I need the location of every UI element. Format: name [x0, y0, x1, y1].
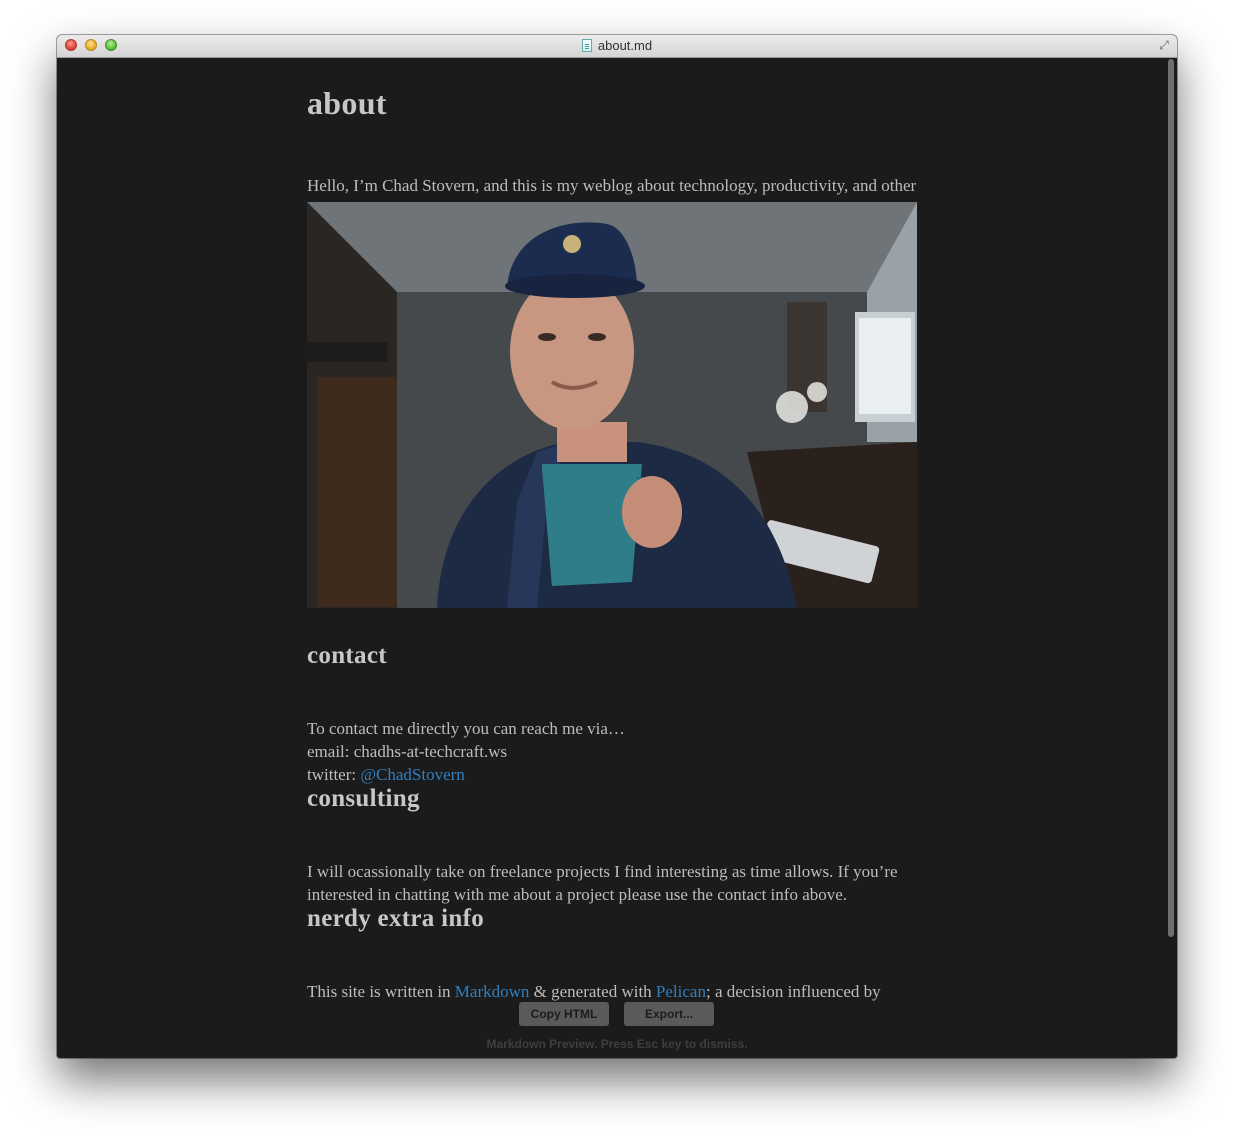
contact-twitter: twitter: @ChadStovern [307, 763, 947, 786]
about-heading: about [307, 85, 387, 121]
title-bar: about.md ⤢ [57, 35, 1177, 58]
bottom-fade [57, 935, 1177, 975]
nerdy-text-b: & generated with [529, 982, 656, 1001]
export-button[interactable]: Export... [624, 1002, 714, 1026]
twitter-link[interactable]: @ChadStovern [360, 765, 464, 784]
pelican-link[interactable]: Pelican [656, 982, 706, 1001]
copy-html-button[interactable]: Copy HTML [519, 1002, 609, 1026]
dismiss-hint: Markdown Preview. Press Esc key to dismi… [486, 1037, 748, 1051]
window-title: about.md [57, 38, 1177, 53]
document-icon [581, 39, 592, 52]
fullscreen-icon[interactable]: ⤢ [1157, 38, 1171, 52]
consulting-text: I will ocassionally take on freelance pr… [307, 862, 898, 904]
contact-intro: To contact me directly you can reach me … [307, 719, 625, 738]
nerdy-text: This site is written in Markdown & gener… [307, 980, 947, 1003]
nerdy-text-a: This site is written in [307, 982, 455, 1001]
scrollbar[interactable] [1168, 59, 1174, 937]
twitter-label: twitter: [307, 765, 361, 784]
profile-photo [307, 202, 917, 608]
contact-heading: contact [307, 642, 387, 669]
window-title-text: about.md [597, 38, 653, 53]
profile-photo-drawing [307, 202, 917, 608]
markdown-link[interactable]: Markdown [455, 982, 530, 1001]
preview-window: about.md ⤢ about Hello, I’m Chad Stovern… [57, 35, 1177, 1058]
consulting-heading: consulting [307, 785, 420, 812]
contact-email: email: chadhs-at-techcraft.ws [307, 742, 508, 761]
nerdy-heading: nerdy extra info [307, 905, 484, 932]
nerdy-text-c: ; a decision influenced by [705, 982, 881, 1001]
